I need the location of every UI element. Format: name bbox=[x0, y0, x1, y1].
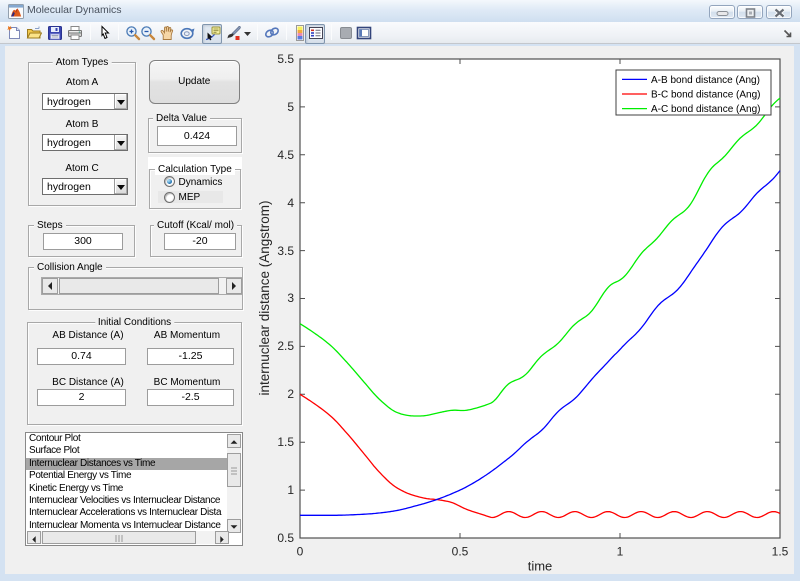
svg-text:4.5: 4.5 bbox=[277, 148, 294, 162]
svg-text:internuclear distance (Angstro: internuclear distance (Angstrom) bbox=[257, 200, 272, 395]
svg-text:0: 0 bbox=[297, 545, 304, 559]
svg-text:2: 2 bbox=[287, 387, 294, 401]
svg-text:0.5: 0.5 bbox=[277, 531, 294, 545]
svg-text:1.5: 1.5 bbox=[772, 545, 789, 559]
svg-text:5.5: 5.5 bbox=[277, 52, 294, 66]
svg-text:1: 1 bbox=[617, 545, 624, 559]
svg-text:1.5: 1.5 bbox=[277, 435, 294, 449]
svg-text:3: 3 bbox=[287, 291, 294, 305]
svg-text:2.5: 2.5 bbox=[277, 339, 294, 353]
svg-text:A-B bond distance (Ang): A-B bond distance (Ang) bbox=[651, 75, 760, 86]
svg-text:0.5: 0.5 bbox=[452, 545, 469, 559]
svg-text:4: 4 bbox=[287, 196, 294, 210]
svg-text:3.5: 3.5 bbox=[277, 244, 294, 258]
svg-text:time: time bbox=[528, 559, 553, 574]
svg-text:A-C bond distance (Ang): A-C bond distance (Ang) bbox=[651, 104, 761, 115]
svg-text:B-C bond distance (Ang): B-C bond distance (Ang) bbox=[651, 90, 761, 101]
svg-text:5: 5 bbox=[287, 100, 294, 114]
svg-text:1: 1 bbox=[287, 483, 294, 497]
